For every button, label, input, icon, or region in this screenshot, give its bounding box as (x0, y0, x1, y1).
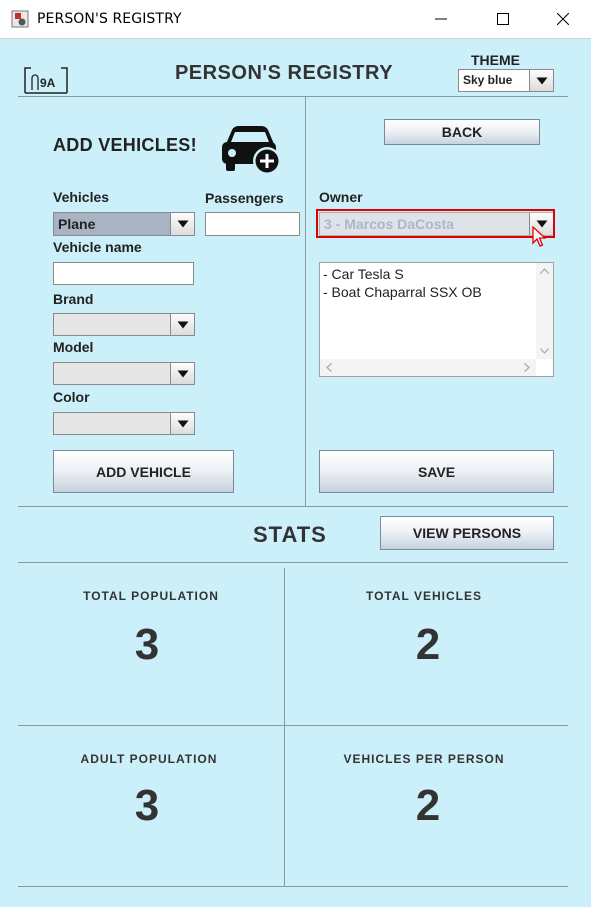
vehicles-per-person-label: VEHICLES PER PERSON (343, 752, 505, 766)
total-population-value: 3 (134, 620, 160, 669)
window-title: PERSON'S REGISTRY (37, 11, 182, 27)
model-label: Model (53, 339, 94, 355)
mouse-cursor-icon (532, 226, 546, 247)
add-vehicle-button-label: ADD VEHICLE (96, 463, 191, 480)
chevron-down-icon[interactable] (540, 348, 549, 354)
chevron-down-icon (177, 321, 188, 328)
stats-vertical-divider (284, 568, 285, 886)
vehicles-per-person-value: 2 (415, 781, 441, 830)
theme-label: THEME (471, 52, 520, 68)
total-population-label: TOTAL POPULATION (83, 589, 219, 603)
theme-select-value: Sky blue (463, 73, 513, 87)
color-select[interactable] (53, 412, 195, 435)
title-bar: PERSON'S REGISTRY (0, 0, 591, 39)
theme-select[interactable]: Sky blue (458, 69, 554, 92)
vehicle-name-field[interactable] (53, 262, 194, 285)
header-divider (18, 96, 568, 97)
owner-label: Owner (319, 189, 363, 205)
maximize-button[interactable] (475, 0, 530, 38)
maximize-icon (496, 13, 509, 25)
chevron-right-icon[interactable] (524, 363, 530, 372)
brand-select[interactable] (53, 313, 195, 336)
save-button-label: SAVE (417, 463, 456, 480)
brand-label: Brand (53, 291, 94, 307)
total-vehicles-label: TOTAL VEHICLES (365, 589, 482, 603)
vehicles-select[interactable]: Plane (53, 212, 195, 236)
close-icon (556, 13, 569, 25)
minimize-icon (434, 18, 447, 20)
vehicles-select-value: Plane (58, 216, 96, 232)
close-button[interactable] (535, 0, 590, 38)
color-label: Color (53, 389, 90, 405)
vehicles-dropdown-button[interactable] (170, 213, 194, 235)
chevron-down-icon (177, 370, 188, 377)
passengers-field[interactable] (205, 212, 300, 236)
model-select[interactable] (53, 362, 195, 385)
owner-vehicle-list[interactable]: - Car Tesla S - Boat Chaparral SSX OB (319, 262, 554, 377)
brand-dropdown-button[interactable] (170, 314, 194, 335)
horizontal-scrollbar[interactable] (320, 359, 536, 376)
adult-population-label: ADULT POPULATION (80, 752, 218, 766)
stats-bottom-divider (18, 886, 568, 887)
theme-dropdown-button[interactable] (529, 70, 553, 91)
vehicle-name-label: Vehicle name (53, 239, 142, 255)
vehicles-label: Vehicles (53, 189, 110, 205)
list-item[interactable]: - Car Tesla S (323, 266, 404, 282)
owner-highlight-box (316, 209, 555, 238)
back-button[interactable]: BACK (384, 119, 540, 145)
stats-middle-divider (18, 725, 568, 726)
add-vehicles-title: ADD VEHICLES! (53, 135, 197, 155)
view-persons-button-label: VIEW PERSONS (412, 525, 522, 541)
minimize-button[interactable] (413, 0, 468, 38)
chevron-down-icon (177, 220, 188, 228)
add-vehicle-button[interactable]: ADD VEHICLE (53, 450, 234, 493)
stats-title: STATS (253, 522, 327, 547)
chevron-down-icon (177, 420, 188, 427)
list-item[interactable]: - Boat Chaparral SSX OB (323, 284, 482, 300)
chevron-left-icon[interactable] (326, 363, 332, 372)
passengers-label: Passengers (205, 190, 284, 206)
vertical-scrollbar[interactable] (536, 263, 553, 359)
app-icon (11, 10, 29, 28)
total-vehicles-value: 2 (415, 620, 441, 669)
app-window: PERSON'S REGISTRY 9A PERSON'S REGISTRY T… (0, 0, 591, 907)
stats-divider (18, 562, 568, 563)
color-dropdown-button[interactable] (170, 413, 194, 434)
panel-divider (305, 97, 306, 506)
chevron-up-icon[interactable] (540, 268, 549, 274)
adult-population-value: 3 (134, 781, 160, 830)
add-car-icon (222, 126, 281, 175)
view-persons-button[interactable]: VIEW PERSONS (380, 516, 554, 550)
model-dropdown-button[interactable] (170, 363, 194, 384)
chevron-down-icon (536, 77, 547, 84)
form-divider (18, 506, 568, 507)
back-button-label: BACK (441, 124, 483, 140)
save-button[interactable]: SAVE (319, 450, 554, 493)
